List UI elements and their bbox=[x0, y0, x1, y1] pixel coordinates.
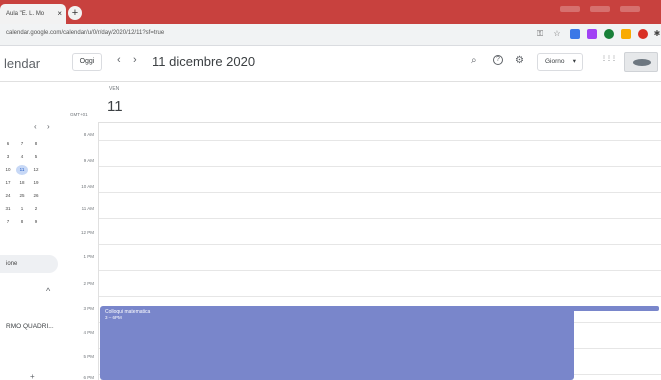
mini-cal-day[interactable]: 6 bbox=[2, 139, 14, 149]
extension-icon[interactable] bbox=[621, 29, 631, 39]
hour-label: 10 AM bbox=[81, 184, 94, 189]
chevron-up-icon[interactable]: ^ bbox=[46, 286, 50, 296]
screen: Aula "E. L. Mo × + calendar.google.com/c… bbox=[0, 0, 661, 380]
star-icon[interactable]: ☆ bbox=[552, 29, 562, 39]
hour-line bbox=[99, 166, 661, 167]
hour-line bbox=[99, 296, 661, 297]
url-text[interactable]: calendar.google.com/calendar/u/0/r/day/2… bbox=[6, 30, 164, 36]
calendar-header: lendar Oggi ‹ › 11 dicembre 2020 ⌕ ? ⚙ G… bbox=[0, 46, 661, 82]
mini-cal-day[interactable]: 18 bbox=[16, 178, 28, 188]
help-icon[interactable]: ? bbox=[493, 55, 503, 65]
hour-label: 6 PM bbox=[83, 375, 94, 380]
hour-label: 3 PM bbox=[83, 306, 94, 311]
settings-icon[interactable]: ⚙ bbox=[515, 55, 524, 66]
new-tab-button[interactable]: + bbox=[68, 6, 82, 20]
puzzle-icon[interactable]: ✱ bbox=[652, 29, 661, 39]
minimize-button[interactable] bbox=[560, 6, 580, 12]
timezone-label: GMT+01 bbox=[70, 112, 88, 117]
hour-line bbox=[99, 140, 661, 141]
mini-cal-day[interactable]: 24 bbox=[2, 191, 14, 201]
sidebar: ‹ › 6 7 8 3 4 5 10 11 12 17 18 19 24 25 … bbox=[0, 82, 62, 380]
browser-tab[interactable]: Aula "E. L. Mo × bbox=[0, 4, 66, 24]
hour-line bbox=[99, 244, 661, 245]
address-bar: calendar.google.com/calendar/u/0/r/day/2… bbox=[0, 24, 661, 46]
view-selector[interactable]: Giorno ▾ bbox=[537, 53, 583, 71]
search-icon[interactable]: ⌕ bbox=[471, 55, 477, 66]
mini-cal-day[interactable]: 8 bbox=[16, 217, 28, 227]
prev-day-button[interactable]: ‹ bbox=[117, 54, 121, 66]
add-calendar-icon[interactable]: + bbox=[30, 372, 35, 380]
mini-cal-day[interactable]: 12 bbox=[30, 165, 42, 175]
extension-icon[interactable] bbox=[604, 29, 614, 39]
mini-cal-next-button[interactable]: › bbox=[47, 122, 50, 131]
extension-icon[interactable] bbox=[587, 29, 597, 39]
extension-icon[interactable] bbox=[570, 29, 580, 39]
mini-cal-prev-button[interactable]: ‹ bbox=[34, 122, 37, 131]
mini-cal-day[interactable]: 31 bbox=[2, 204, 14, 214]
mini-cal-day[interactable]: 19 bbox=[30, 178, 42, 188]
calendar-list-item[interactable]: RMO QUADRI... bbox=[6, 323, 54, 330]
hour-label: 2 PM bbox=[83, 281, 94, 286]
view-label: Giorno bbox=[545, 58, 565, 65]
day-number[interactable]: 11 bbox=[107, 98, 123, 115]
mini-cal-day[interactable]: 5 bbox=[30, 152, 42, 162]
today-button[interactable]: Oggi bbox=[72, 53, 102, 71]
hour-label: 1 PM bbox=[83, 254, 94, 259]
tab-title: Aula "E. L. Mo bbox=[6, 11, 45, 17]
mini-cal-day[interactable]: 7 bbox=[16, 139, 28, 149]
mini-cal-day[interactable]: 8 bbox=[30, 139, 42, 149]
mini-cal-day[interactable]: 1 bbox=[16, 204, 28, 214]
close-window-button[interactable] bbox=[620, 6, 640, 12]
mini-cal-day[interactable]: 3 bbox=[2, 152, 14, 162]
hour-label: 9 AM bbox=[83, 158, 94, 163]
extension-icon[interactable] bbox=[638, 29, 648, 39]
day-weekday: VEN bbox=[109, 86, 120, 92]
sidebar-item[interactable]: ione bbox=[0, 255, 58, 273]
mini-cal-day[interactable]: 4 bbox=[16, 152, 28, 162]
chevron-down-icon: ▾ bbox=[572, 58, 576, 65]
mini-cal-day[interactable]: 2 bbox=[30, 204, 42, 214]
avatar[interactable] bbox=[624, 52, 658, 72]
hour-label: 12 PM bbox=[80, 230, 94, 235]
hour-line bbox=[99, 270, 661, 271]
date-title: 11 dicembre 2020 bbox=[152, 54, 256, 69]
next-day-button[interactable]: › bbox=[133, 54, 137, 66]
mini-cal-day[interactable]: 7 bbox=[2, 217, 14, 227]
hour-label: 5 PM bbox=[83, 354, 94, 359]
hour-label: 11 AM bbox=[81, 206, 94, 211]
event-block[interactable]: Colloqui matematica 3 – 6PM bbox=[100, 306, 574, 380]
hour-label: 4 PM bbox=[83, 330, 94, 335]
mini-cal-today[interactable]: 11 bbox=[16, 165, 28, 175]
key-icon[interactable]: ⚿ bbox=[535, 29, 545, 39]
hour-line bbox=[99, 192, 661, 193]
mini-cal-day[interactable]: 25 bbox=[16, 191, 28, 201]
apps-grid-icon[interactable]: ⋮⋮⋮ bbox=[601, 55, 617, 62]
maximize-button[interactable] bbox=[590, 6, 610, 12]
tab-close-icon[interactable]: × bbox=[57, 9, 62, 18]
mini-cal-day[interactable]: 26 bbox=[30, 191, 42, 201]
hour-line bbox=[99, 218, 661, 219]
hour-label: 8 AM bbox=[83, 132, 94, 137]
mini-cal-day[interactable]: 17 bbox=[2, 178, 14, 188]
browser-tab-strip: Aula "E. L. Mo × + bbox=[0, 0, 661, 24]
mini-cal-day[interactable]: 9 bbox=[30, 217, 42, 227]
app-name: lendar bbox=[4, 56, 41, 71]
event-time: 3 – 6PM bbox=[105, 315, 122, 320]
mini-cal-day[interactable]: 10 bbox=[2, 165, 14, 175]
